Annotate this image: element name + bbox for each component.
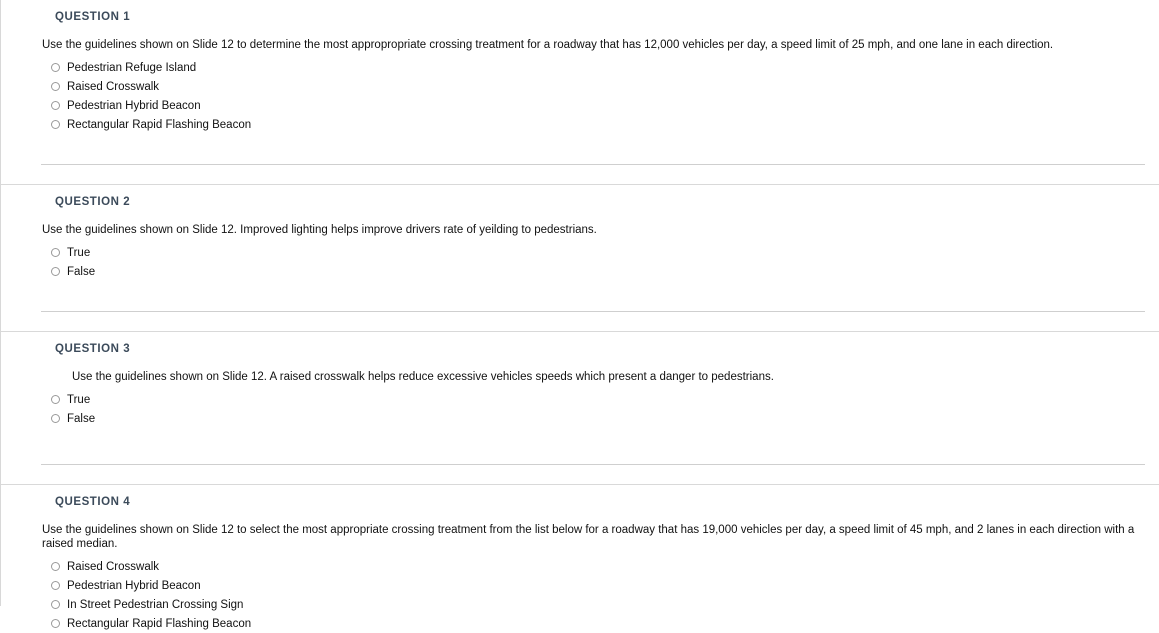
radio-button-icon[interactable]: [51, 267, 60, 276]
answer-option[interactable]: Pedestrian Hybrid Beacon: [1, 96, 1159, 115]
answer-option[interactable]: False: [1, 409, 1159, 428]
answer-option-label: Rectangular Rapid Flashing Beacon: [67, 118, 252, 131]
rule-gap: [1, 465, 1159, 484]
answer-options-list: Pedestrian Refuge Island Raised Crosswalk…: [1, 52, 1159, 134]
answer-option[interactable]: Pedestrian Refuge Island: [1, 58, 1159, 77]
radio-button-icon[interactable]: [51, 63, 60, 72]
radio-button-icon[interactable]: [51, 395, 60, 404]
answer-option[interactable]: Pedestrian Hybrid Beacon: [1, 576, 1159, 595]
answer-option[interactable]: In Street Pedestrian Crossing Sign: [1, 595, 1159, 614]
answer-option-label: Raised Crosswalk: [67, 80, 160, 93]
radio-button-icon[interactable]: [51, 581, 60, 590]
question-heading: QUESTION 3: [55, 343, 131, 355]
answer-option-label: False: [67, 412, 96, 425]
answer-options-list: True False: [1, 237, 1159, 281]
answer-option-label: True: [67, 246, 91, 259]
question-text: Use the guidelines shown on Slide 12 to …: [42, 524, 1135, 550]
answer-option-label: Pedestrian Hybrid Beacon: [67, 579, 201, 592]
radio-button-icon[interactable]: [51, 101, 60, 110]
answer-options-list: Raised Crosswalk Pedestrian Hybrid Beacon…: [1, 551, 1159, 633]
radio-button-icon[interactable]: [51, 414, 60, 423]
answer-option[interactable]: Raised Crosswalk: [1, 557, 1159, 576]
quiz-page: QUESTION 1 Use the guidelines shown on Sl…: [0, 0, 1159, 630]
answer-option-label: False: [67, 265, 96, 278]
answer-option-label: Rectangular Rapid Flashing Beacon: [67, 617, 252, 630]
question-heading: QUESTION 1: [55, 11, 131, 23]
question-block: QUESTION 4 Use the guidelines shown on Sl…: [1, 485, 1159, 633]
answer-option-label: Raised Crosswalk: [67, 560, 160, 573]
question-block: QUESTION 1 Use the guidelines shown on Sl…: [1, 0, 1159, 134]
radio-button-icon[interactable]: [51, 82, 60, 91]
radio-button-icon[interactable]: [51, 120, 60, 129]
answer-option[interactable]: False: [1, 262, 1159, 281]
answer-option-label: Pedestrian Refuge Island: [67, 61, 197, 74]
question-text: Use the guidelines shown on Slide 12 to …: [42, 39, 1054, 51]
answer-option[interactable]: Raised Crosswalk: [1, 77, 1159, 96]
answer-option-label: In Street Pedestrian Crossing Sign: [67, 598, 244, 611]
answer-option[interactable]: True: [1, 243, 1159, 262]
answer-option[interactable]: Rectangular Rapid Flashing Beacon: [1, 115, 1159, 134]
question-block: QUESTION 3 Use the guidelines shown on Sl…: [1, 332, 1159, 428]
questions-container: QUESTION 1 Use the guidelines shown on Sl…: [1, 0, 1159, 633]
question-text: Use the guidelines shown on Slide 12. A …: [72, 371, 774, 383]
rule-gap: [1, 165, 1159, 184]
rule-gap: [1, 312, 1159, 331]
radio-button-icon[interactable]: [51, 600, 60, 609]
question-heading: QUESTION 2: [55, 196, 131, 208]
answer-options-list: True False: [1, 384, 1159, 428]
radio-button-icon[interactable]: [51, 562, 60, 571]
answer-option-label: Pedestrian Hybrid Beacon: [67, 99, 201, 112]
radio-button-icon[interactable]: [51, 248, 60, 257]
radio-button-icon[interactable]: [51, 619, 60, 628]
answer-option-label: True: [67, 393, 91, 406]
question-block: QUESTION 2 Use the guidelines shown on Sl…: [1, 185, 1159, 281]
question-heading: QUESTION 4: [55, 496, 131, 508]
answer-option[interactable]: Rectangular Rapid Flashing Beacon: [1, 614, 1159, 633]
answer-option[interactable]: True: [1, 390, 1159, 409]
question-text: Use the guidelines shown on Slide 12. Im…: [42, 224, 597, 236]
